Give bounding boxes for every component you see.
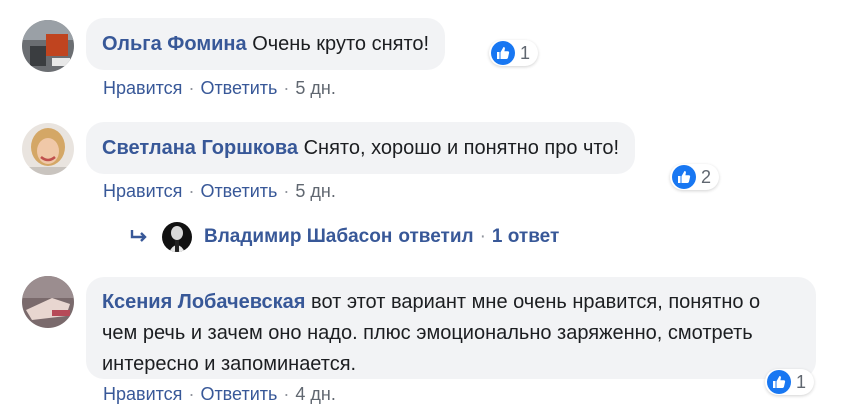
- like-link[interactable]: Нравится: [103, 78, 182, 98]
- reply-link[interactable]: Ответить: [200, 78, 277, 98]
- like-count-badge[interactable]: 2: [670, 164, 720, 190]
- comment-actions: Нравится · Ответить · 5 дн.: [103, 78, 336, 99]
- avatar[interactable]: [22, 123, 74, 175]
- like-count-badge[interactable]: 1: [489, 40, 539, 66]
- comment-actions: Нравится · Ответить · 4 дн.: [103, 384, 336, 405]
- separator-dot: ·: [188, 181, 195, 201]
- reply-verb[interactable]: ответил: [398, 226, 473, 248]
- comment-bubble: Ольга Фомина Очень круто снято!: [86, 18, 446, 70]
- separator-dot: ·: [283, 78, 290, 98]
- comment-bubble: Светлана Горшкова Снято, хорошо и понятн…: [86, 122, 636, 174]
- like-count-badge[interactable]: 1: [765, 369, 815, 395]
- reply-link[interactable]: Ответить: [200, 384, 277, 404]
- separator-dot: ·: [479, 226, 486, 247]
- reply-link[interactable]: Ответить: [200, 181, 277, 201]
- comment-text: Очень круто снято!: [252, 33, 430, 55]
- separator-dot: ·: [283, 181, 290, 201]
- comment-author[interactable]: Светлана Горшкова: [102, 137, 298, 159]
- avatar[interactable]: [22, 276, 74, 328]
- comment-author[interactable]: Ксения Лобачевская: [102, 291, 305, 313]
- comment-author[interactable]: Ольга Фомина: [102, 33, 247, 55]
- comment-actions: Нравится · Ответить · 5 дн.: [103, 181, 336, 202]
- avatar[interactable]: [22, 20, 74, 72]
- comment-time[interactable]: 5 дн.: [295, 78, 335, 98]
- reply-author[interactable]: Владимир Шабасон: [204, 226, 392, 248]
- separator-dot: ·: [188, 78, 195, 98]
- comment-bubble: Ксения Лобачевская вот этот вариант мне …: [86, 277, 816, 379]
- thumbs-up-icon: [491, 41, 515, 65]
- separator-dot: ·: [188, 384, 195, 404]
- like-count: 1: [796, 371, 807, 392]
- reply-count[interactable]: 1 ответ: [492, 226, 559, 248]
- thumbs-up-icon: [672, 165, 696, 189]
- like-link[interactable]: Нравится: [103, 181, 182, 201]
- like-count: 1: [520, 42, 531, 63]
- replies-summary[interactable]: Владимир Шабасон ответил · 1 ответ: [130, 222, 559, 252]
- like-link[interactable]: Нравится: [103, 384, 182, 404]
- separator-dot: ·: [283, 384, 290, 404]
- avatar[interactable]: [162, 222, 192, 252]
- comment-time[interactable]: 5 дн.: [295, 181, 335, 201]
- like-count: 2: [701, 166, 712, 187]
- comment-text: Снято, хорошо и понятно про что!: [303, 137, 620, 159]
- reply-arrow-icon: [130, 228, 150, 246]
- comment-time[interactable]: 4 дн.: [295, 384, 335, 404]
- thumbs-up-icon: [767, 370, 791, 394]
